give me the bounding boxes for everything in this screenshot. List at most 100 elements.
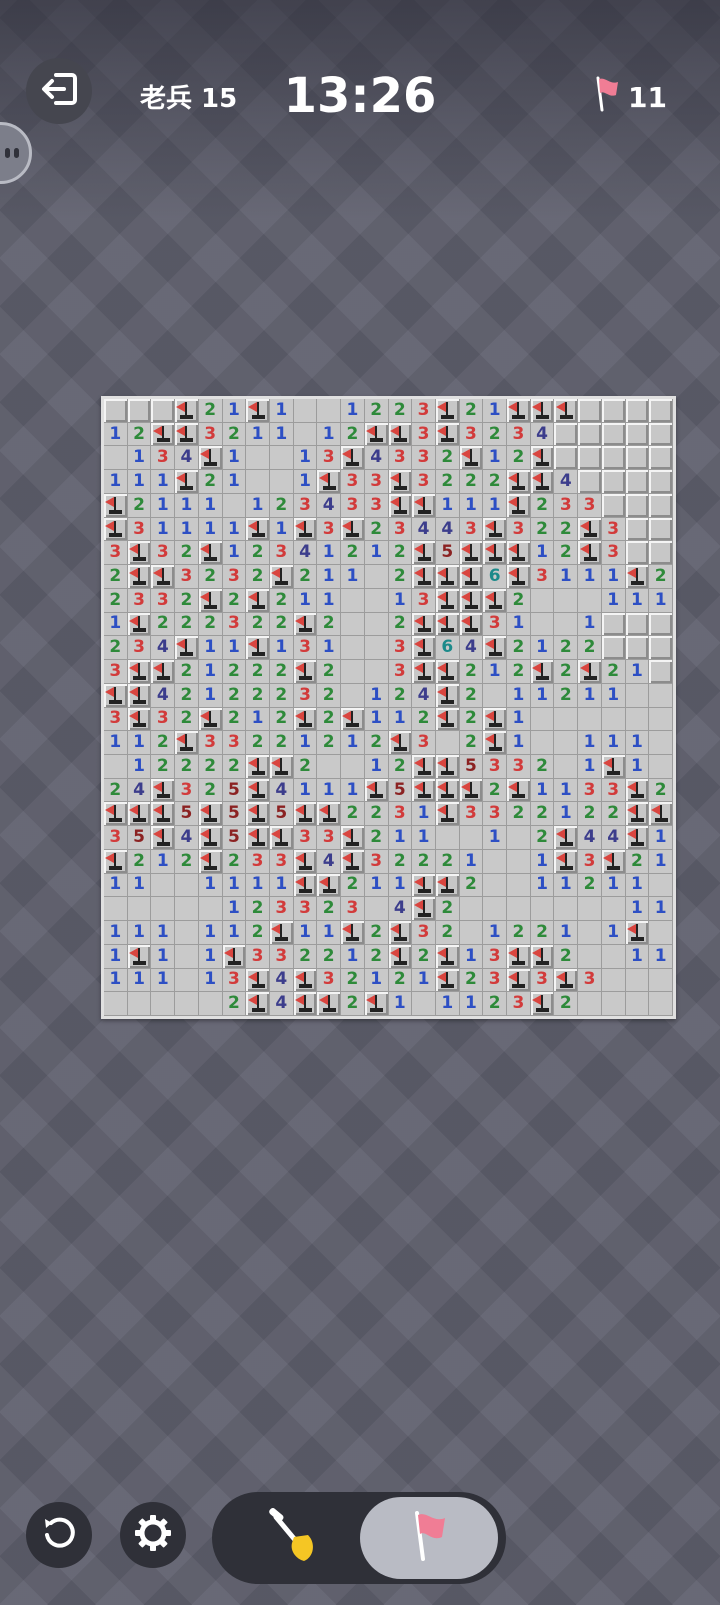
board-cell-number[interactable]: 3: [388, 446, 413, 471]
board-cell-unopened[interactable]: [554, 422, 579, 447]
board-cell-number[interactable]: 1: [364, 754, 389, 779]
board-cell-unopened[interactable]: [649, 660, 673, 684]
board-cell-empty[interactable]: [649, 683, 673, 708]
board-cell-number[interactable]: 3: [530, 565, 555, 589]
board-cell-unopened[interactable]: [601, 446, 626, 471]
board-cell-number[interactable]: 2: [222, 660, 247, 684]
board-cell-number[interactable]: 1: [317, 778, 342, 803]
board-cell-number[interactable]: 1: [104, 731, 128, 755]
board-cell-flagged[interactable]: [459, 541, 484, 566]
board-cell-number[interactable]: 2: [530, 517, 555, 542]
board-cell-number[interactable]: 3: [341, 470, 365, 494]
board-cell-number[interactable]: 1: [198, 944, 223, 969]
board-cell-flagged[interactable]: [246, 754, 270, 779]
board-cell-number[interactable]: 1: [649, 588, 673, 613]
board-cell-empty[interactable]: [151, 873, 176, 898]
board-cell-flagged[interactable]: [151, 422, 176, 447]
board-cell-number[interactable]: 1: [364, 968, 389, 993]
board-cell-flagged[interactable]: [151, 565, 176, 589]
board-cell-number[interactable]: 1: [269, 422, 294, 447]
board-cell-flagged[interactable]: [198, 588, 223, 613]
board-cell-empty[interactable]: [104, 446, 128, 471]
board-cell-number[interactable]: 3: [198, 731, 223, 755]
board-cell-empty[interactable]: [578, 897, 602, 922]
board-cell-flagged[interactable]: [625, 826, 650, 850]
board-cell-flagged[interactable]: [435, 778, 460, 803]
board-cell-number[interactable]: 1: [293, 446, 318, 471]
board-cell-number[interactable]: 2: [578, 636, 602, 661]
board-cell-number[interactable]: 2: [483, 470, 508, 494]
board-cell-number[interactable]: 1: [127, 470, 152, 494]
board-cell-empty[interactable]: [341, 683, 365, 708]
board-cell-unopened[interactable]: [578, 470, 602, 494]
board-cell-number[interactable]: 2: [341, 802, 365, 827]
board-cell-number[interactable]: 1: [507, 731, 531, 755]
board-cell-number[interactable]: 2: [151, 612, 176, 637]
board-cell-number[interactable]: 3: [388, 802, 413, 827]
board-cell-number[interactable]: 3: [459, 517, 484, 542]
board-cell-number[interactable]: 1: [625, 873, 650, 898]
board-cell-number[interactable]: 3: [459, 802, 484, 827]
board-cell-number[interactable]: 3: [388, 517, 413, 542]
board-cell-flagged[interactable]: [293, 849, 318, 874]
board-cell-empty[interactable]: [104, 754, 128, 779]
board-cell-number[interactable]: 3: [412, 588, 436, 613]
board-cell-number[interactable]: 1: [412, 968, 436, 993]
board-cell-number[interactable]: 1: [554, 802, 579, 827]
board-cell-number[interactable]: 4: [578, 826, 602, 850]
board-cell-empty[interactable]: [175, 897, 199, 922]
board-cell-number[interactable]: 4: [269, 968, 294, 993]
board-cell-number[interactable]: 1: [507, 683, 531, 708]
board-cell-number[interactable]: 3: [412, 921, 436, 945]
board-cell-number[interactable]: 1: [246, 873, 270, 898]
board-cell-empty[interactable]: [175, 968, 199, 993]
board-cell-number[interactable]: 4: [269, 992, 294, 1016]
board-cell-number[interactable]: 4: [317, 493, 342, 518]
board-cell-number[interactable]: 3: [293, 897, 318, 922]
board-cell-flagged[interactable]: [293, 517, 318, 542]
board-cell-number[interactable]: 2: [222, 422, 247, 447]
board-cell-number[interactable]: 3: [293, 683, 318, 708]
board-cell-number[interactable]: 1: [388, 873, 413, 898]
board-cell-number[interactable]: 1: [222, 541, 247, 566]
board-cell-flagged[interactable]: [435, 660, 460, 684]
board-cell-number[interactable]: 1: [601, 921, 626, 945]
board-cell-number[interactable]: 1: [293, 470, 318, 494]
board-cell-unopened[interactable]: [649, 612, 673, 637]
board-cell-flagged[interactable]: [625, 921, 650, 945]
board-cell-flagged[interactable]: [388, 422, 413, 447]
board-cell-number[interactable]: 1: [530, 873, 555, 898]
board-cell-empty[interactable]: [459, 897, 484, 922]
board-cell-flagged[interactable]: [293, 802, 318, 827]
board-cell-number[interactable]: 2: [246, 612, 270, 637]
board-cell-number[interactable]: 2: [507, 802, 531, 827]
board-cell-empty[interactable]: [104, 992, 128, 1016]
settings-button[interactable]: [120, 1502, 186, 1568]
board-cell-number[interactable]: 4: [127, 778, 152, 803]
board-cell-number[interactable]: 1: [554, 778, 579, 803]
board-cell-flagged[interactable]: [246, 826, 270, 850]
board-cell-flagged[interactable]: [175, 399, 199, 423]
board-cell-empty[interactable]: [649, 731, 673, 755]
board-cell-empty[interactable]: [269, 470, 294, 494]
board-cell-number[interactable]: 2: [175, 849, 199, 874]
board-cell-number[interactable]: 2: [317, 944, 342, 969]
board-cell-number[interactable]: 1: [198, 493, 223, 518]
board-cell-number[interactable]: 2: [222, 588, 247, 613]
board-cell-number[interactable]: 1: [388, 707, 413, 732]
board-cell-empty[interactable]: [269, 446, 294, 471]
board-cell-number[interactable]: 2: [554, 541, 579, 566]
board-cell-empty[interactable]: [435, 731, 460, 755]
board-cell-number[interactable]: 1: [151, 968, 176, 993]
board-cell-number[interactable]: 2: [412, 707, 436, 732]
board-cell-flagged[interactable]: [317, 802, 342, 827]
board-cell-flagged[interactable]: [293, 992, 318, 1016]
board-cell-number[interactable]: 2: [198, 612, 223, 637]
board-cell-number[interactable]: 3: [341, 897, 365, 922]
board-cell-number[interactable]: 2: [459, 731, 484, 755]
board-cell-number[interactable]: 2: [364, 944, 389, 969]
board-cell-number[interactable]: 4: [364, 446, 389, 471]
board-cell-number[interactable]: 1: [364, 873, 389, 898]
board-cell-unopened[interactable]: [578, 446, 602, 471]
board-cell-number[interactable]: 1: [198, 660, 223, 684]
